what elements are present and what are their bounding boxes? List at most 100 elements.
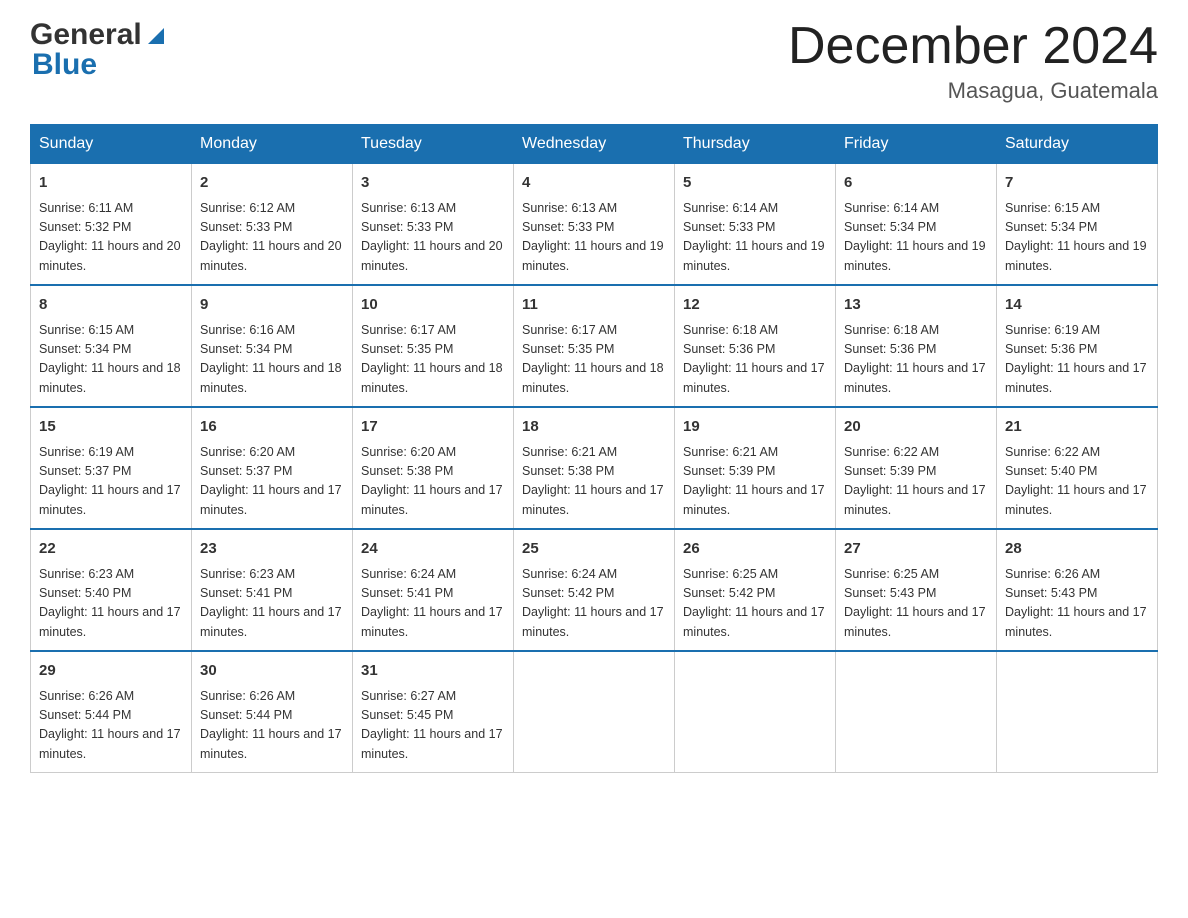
day-number: 31 — [361, 660, 505, 683]
day-info: Sunrise: 6:24 AMSunset: 5:42 PMDaylight:… — [522, 565, 666, 643]
calendar-day-cell: 31 Sunrise: 6:27 AMSunset: 5:45 PMDayligh… — [353, 651, 514, 773]
calendar-week-row: 1Sunrise: 6:11 AMSunset: 5:32 PMDaylight… — [31, 164, 1158, 286]
logo: General Blue — [30, 20, 166, 82]
day-info: Sunrise: 6:21 AMSunset: 5:39 PMDaylight:… — [683, 443, 827, 521]
calendar-day-cell: 5Sunrise: 6:14 AMSunset: 5:33 PMDaylight… — [675, 164, 836, 286]
day-number: 7 — [1005, 172, 1149, 195]
calendar-day-cell: 8 Sunrise: 6:15 AMSunset: 5:34 PMDaylight… — [31, 285, 192, 407]
calendar-day-cell: 6Sunrise: 6:14 AMSunset: 5:34 PMDaylight… — [836, 164, 997, 286]
calendar-day-cell: 2 Sunrise: 6:12 AMSunset: 5:33 PMDaylight… — [192, 164, 353, 286]
day-number: 21 — [1005, 416, 1149, 439]
calendar-week-row: 29Sunrise: 6:26 AMSunset: 5:44 PMDayligh… — [31, 651, 1158, 773]
calendar-day-cell: 3 Sunrise: 6:13 AMSunset: 5:33 PMDaylight… — [353, 164, 514, 286]
calendar-day-cell: 27 Sunrise: 6:25 AMSunset: 5:43 PMDayligh… — [836, 529, 997, 651]
calendar-day-cell: 28 Sunrise: 6:26 AMSunset: 5:43 PMDayligh… — [997, 529, 1158, 651]
day-number: 1 — [39, 172, 183, 195]
day-info: Sunrise: 6:12 AMSunset: 5:33 PMDaylight:… — [200, 199, 344, 277]
day-number: 28 — [1005, 538, 1149, 561]
day-info: Sunrise: 6:25 AMSunset: 5:43 PMDaylight:… — [844, 565, 988, 643]
day-number: 24 — [361, 538, 505, 561]
calendar-day-cell: 18 Sunrise: 6:21 AMSunset: 5:38 PMDayligh… — [514, 407, 675, 529]
day-number: 23 — [200, 538, 344, 561]
calendar-day-cell — [514, 651, 675, 773]
page-header: General Blue December 2024 Masagua, Guat… — [30, 20, 1158, 104]
calendar-day-cell: 4Sunrise: 6:13 AMSunset: 5:33 PMDaylight… — [514, 164, 675, 286]
weekday-header-monday: Monday — [192, 125, 353, 164]
day-info: Sunrise: 6:22 AMSunset: 5:39 PMDaylight:… — [844, 443, 988, 521]
day-number: 17 — [361, 416, 505, 439]
calendar-day-cell — [836, 651, 997, 773]
calendar-day-cell: 7 Sunrise: 6:15 AMSunset: 5:34 PMDaylight… — [997, 164, 1158, 286]
calendar-day-cell: 25Sunrise: 6:24 AMSunset: 5:42 PMDayligh… — [514, 529, 675, 651]
day-number: 20 — [844, 416, 988, 439]
weekday-header-sunday: Sunday — [31, 125, 192, 164]
logo-general: General — [30, 20, 142, 50]
calendar-day-cell: 12Sunrise: 6:18 AMSunset: 5:36 PMDayligh… — [675, 285, 836, 407]
calendar-day-cell — [675, 651, 836, 773]
day-number: 10 — [361, 294, 505, 317]
day-number: 2 — [200, 172, 344, 195]
day-info: Sunrise: 6:24 AMSunset: 5:41 PMDaylight:… — [361, 565, 505, 643]
day-info: Sunrise: 6:25 AMSunset: 5:42 PMDaylight:… — [683, 565, 827, 643]
calendar-day-cell: 23 Sunrise: 6:23 AMSunset: 5:41 PMDayligh… — [192, 529, 353, 651]
day-info: Sunrise: 6:16 AMSunset: 5:34 PMDaylight:… — [200, 321, 344, 399]
day-info: Sunrise: 6:21 AMSunset: 5:38 PMDaylight:… — [522, 443, 666, 521]
day-info: Sunrise: 6:18 AMSunset: 5:36 PMDaylight:… — [844, 321, 988, 399]
day-number: 29 — [39, 660, 183, 683]
calendar-day-cell: 17 Sunrise: 6:20 AMSunset: 5:38 PMDayligh… — [353, 407, 514, 529]
calendar-day-cell: 9 Sunrise: 6:16 AMSunset: 5:34 PMDaylight… — [192, 285, 353, 407]
calendar-day-cell: 1Sunrise: 6:11 AMSunset: 5:32 PMDaylight… — [31, 164, 192, 286]
weekday-header-wednesday: Wednesday — [514, 125, 675, 164]
day-info: Sunrise: 6:13 AMSunset: 5:33 PMDaylight:… — [361, 199, 505, 277]
day-number: 16 — [200, 416, 344, 439]
day-number: 8 — [39, 294, 183, 317]
calendar-day-cell: 11 Sunrise: 6:17 AMSunset: 5:35 PMDayligh… — [514, 285, 675, 407]
day-number: 26 — [683, 538, 827, 561]
calendar-day-cell: 24 Sunrise: 6:24 AMSunset: 5:41 PMDayligh… — [353, 529, 514, 651]
day-info: Sunrise: 6:15 AMSunset: 5:34 PMDaylight:… — [1005, 199, 1149, 277]
logo-triangle-icon — [144, 24, 166, 46]
day-number: 15 — [39, 416, 183, 439]
day-info: Sunrise: 6:19 AMSunset: 5:37 PMDaylight:… — [39, 443, 183, 521]
calendar-day-cell — [997, 651, 1158, 773]
month-title: December 2024 — [788, 20, 1158, 72]
day-info: Sunrise: 6:27 AMSunset: 5:45 PMDaylight:… — [361, 687, 505, 765]
calendar-day-cell: 13 Sunrise: 6:18 AMSunset: 5:36 PMDayligh… — [836, 285, 997, 407]
logo-blue: Blue — [32, 48, 97, 82]
day-number: 12 — [683, 294, 827, 317]
day-info: Sunrise: 6:13 AMSunset: 5:33 PMDaylight:… — [522, 199, 666, 277]
day-number: 27 — [844, 538, 988, 561]
day-info: Sunrise: 6:20 AMSunset: 5:37 PMDaylight:… — [200, 443, 344, 521]
day-number: 18 — [522, 416, 666, 439]
day-info: Sunrise: 6:20 AMSunset: 5:38 PMDaylight:… — [361, 443, 505, 521]
day-number: 6 — [844, 172, 988, 195]
calendar-day-cell: 14Sunrise: 6:19 AMSunset: 5:36 PMDayligh… — [997, 285, 1158, 407]
weekday-header-friday: Friday — [836, 125, 997, 164]
day-info: Sunrise: 6:19 AMSunset: 5:36 PMDaylight:… — [1005, 321, 1149, 399]
day-number: 13 — [844, 294, 988, 317]
day-info: Sunrise: 6:22 AMSunset: 5:40 PMDaylight:… — [1005, 443, 1149, 521]
weekday-header-saturday: Saturday — [997, 125, 1158, 164]
calendar-day-cell: 20 Sunrise: 6:22 AMSunset: 5:39 PMDayligh… — [836, 407, 997, 529]
calendar-day-cell: 10Sunrise: 6:17 AMSunset: 5:35 PMDayligh… — [353, 285, 514, 407]
calendar-day-cell: 22Sunrise: 6:23 AMSunset: 5:40 PMDayligh… — [31, 529, 192, 651]
day-info: Sunrise: 6:26 AMSunset: 5:43 PMDaylight:… — [1005, 565, 1149, 643]
day-info: Sunrise: 6:15 AMSunset: 5:34 PMDaylight:… — [39, 321, 183, 399]
day-number: 3 — [361, 172, 505, 195]
day-number: 30 — [200, 660, 344, 683]
day-number: 11 — [522, 294, 666, 317]
calendar-day-cell: 15 Sunrise: 6:19 AMSunset: 5:37 PMDayligh… — [31, 407, 192, 529]
calendar-table: SundayMondayTuesdayWednesdayThursdayFrid… — [30, 124, 1158, 773]
day-info: Sunrise: 6:23 AMSunset: 5:40 PMDaylight:… — [39, 565, 183, 643]
day-info: Sunrise: 6:23 AMSunset: 5:41 PMDaylight:… — [200, 565, 344, 643]
day-info: Sunrise: 6:17 AMSunset: 5:35 PMDaylight:… — [522, 321, 666, 399]
title-section: December 2024 Masagua, Guatemala — [788, 20, 1158, 104]
calendar-day-cell: 30Sunrise: 6:26 AMSunset: 5:44 PMDayligh… — [192, 651, 353, 773]
weekday-header-tuesday: Tuesday — [353, 125, 514, 164]
calendar-day-cell: 19Sunrise: 6:21 AMSunset: 5:39 PMDayligh… — [675, 407, 836, 529]
day-number: 9 — [200, 294, 344, 317]
calendar-week-row: 8 Sunrise: 6:15 AMSunset: 5:34 PMDaylight… — [31, 285, 1158, 407]
calendar-week-row: 22Sunrise: 6:23 AMSunset: 5:40 PMDayligh… — [31, 529, 1158, 651]
calendar-day-cell: 29Sunrise: 6:26 AMSunset: 5:44 PMDayligh… — [31, 651, 192, 773]
calendar-day-cell: 21 Sunrise: 6:22 AMSunset: 5:40 PMDayligh… — [997, 407, 1158, 529]
